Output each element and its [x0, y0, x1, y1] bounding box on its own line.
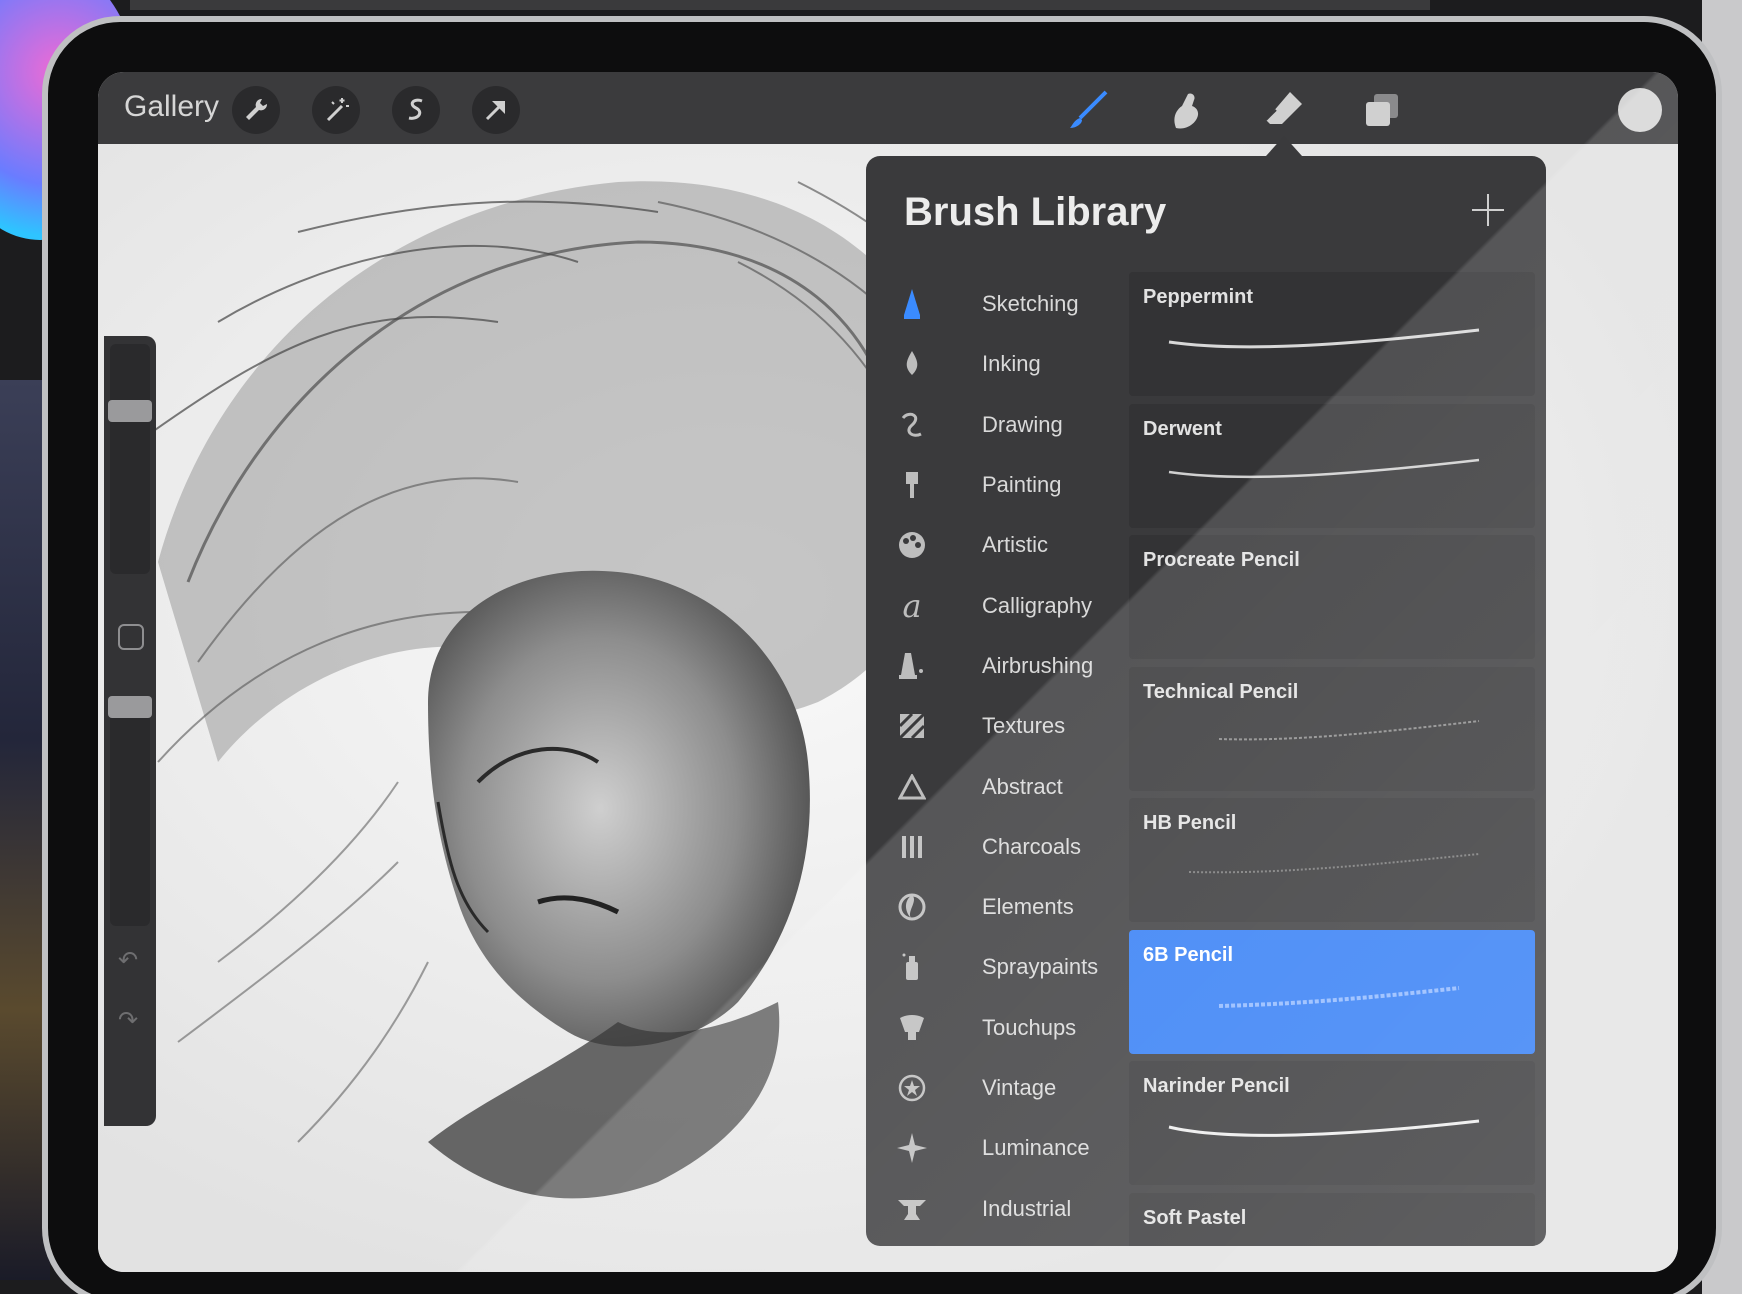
category-label: Abstract [982, 773, 1063, 799]
background-window-bar [130, 0, 1430, 10]
category-sketching[interactable]: Sketching [886, 274, 1126, 334]
brush-item-6b-pencil[interactable]: 6B Pencil [1129, 929, 1535, 1054]
category-label: Airbrushing [982, 652, 1094, 678]
elements-icon [886, 889, 938, 925]
brush-icon[interactable] [1064, 86, 1112, 134]
top-toolbar: Gallery [98, 72, 1678, 144]
category-label: Elements [982, 894, 1074, 920]
category-spraypaints[interactable]: Spraypaints [886, 937, 1126, 997]
category-label: Charcoals [982, 833, 1082, 859]
brush-name: HB Pencil [1143, 812, 1237, 834]
brush-name: Technical Pencil [1143, 680, 1299, 703]
popover-caret [1266, 136, 1302, 156]
category-label: Painting [982, 472, 1062, 498]
side-toolbar: ↶ ↷ [104, 336, 156, 1126]
brush-library-panel: Brush Library Sketching Inking Drawing P… [866, 156, 1546, 1246]
category-textures[interactable]: Textures [886, 696, 1126, 756]
brush-name: Derwent [1143, 417, 1222, 440]
eraser-icon[interactable] [1260, 86, 1308, 134]
opacity-knob[interactable] [108, 696, 152, 718]
abstract-icon [886, 769, 938, 805]
brush-stroke-preview [1168, 458, 1480, 478]
brush-stroke-preview [1168, 328, 1480, 349]
industrial-icon [886, 1191, 938, 1227]
smudge-icon[interactable] [1162, 86, 1210, 134]
brush-stroke-preview [1188, 853, 1480, 874]
luminance-icon [886, 1130, 938, 1166]
category-touchups[interactable]: Touchups [886, 998, 1126, 1058]
brush-item-technical-pencil[interactable]: Technical Pencil [1129, 666, 1535, 791]
brush-name: Peppermint [1143, 286, 1254, 308]
category-label: Luminance [982, 1135, 1090, 1161]
modify-button[interactable] [118, 624, 144, 650]
brush-library-title: Brush Library [904, 190, 1167, 234]
category-label: Inking [982, 351, 1041, 377]
spraypaint-icon [886, 949, 938, 985]
color-picker-swatch[interactable] [1618, 88, 1662, 132]
sketching-icon [886, 286, 938, 322]
calligraphy-icon: a [902, 586, 922, 625]
category-vintage[interactable]: Vintage [886, 1058, 1126, 1118]
category-label: Vintage [982, 1075, 1057, 1100]
category-elements[interactable]: Elements [886, 877, 1126, 937]
brush-size-knob[interactable] [108, 400, 152, 422]
category-calligraphy[interactable]: a Calligraphy [886, 575, 1126, 635]
wrench-icon[interactable] [232, 86, 280, 134]
painting-icon [886, 467, 938, 503]
category-label: Artistic [982, 532, 1048, 558]
category-charcoals[interactable]: Charcoals [886, 817, 1126, 877]
brush-item-narinder-pencil[interactable]: Narinder Pencil [1129, 1061, 1535, 1185]
brush-item-peppermint[interactable]: Peppermint [1129, 272, 1535, 396]
brush-name: 6B Pencil [1143, 943, 1234, 966]
category-luminance[interactable]: Luminance [886, 1118, 1126, 1178]
brush-name: Procreate Pencil [1143, 549, 1300, 571]
opacity-slider[interactable] [110, 696, 150, 926]
brush-stroke-preview [1168, 1119, 1480, 1137]
charcoal-icon [886, 829, 938, 865]
brush-item-hb-pencil[interactable]: HB Pencil [1129, 798, 1535, 922]
brush-stroke-preview [1218, 719, 1480, 740]
transform-arrow-icon[interactable] [472, 86, 520, 134]
category-label: Spraypaints [982, 954, 1099, 980]
category-label: Touchups [982, 1014, 1077, 1040]
brush-item-soft-pastel[interactable]: Soft Pastel [1129, 1192, 1535, 1246]
brush-name: Narinder Pencil [1143, 1075, 1290, 1097]
layers-icon[interactable] [1358, 86, 1406, 134]
category-inking[interactable]: Inking [886, 334, 1126, 394]
category-label: Calligraphy [982, 592, 1093, 618]
category-industrial[interactable]: Industrial [886, 1178, 1126, 1238]
category-drawing[interactable]: Drawing [886, 395, 1126, 455]
gallery-button[interactable]: Gallery [124, 90, 219, 124]
magic-wand-icon[interactable] [312, 86, 360, 134]
brush-stroke-preview [1218, 985, 1460, 1008]
category-abstract[interactable]: Abstract [886, 756, 1126, 816]
tablet-frame: Gallery ↶ ↷ Brush Library Sketching Inki… [42, 16, 1722, 1294]
category-label: Industrial [982, 1195, 1072, 1221]
brush-name: Soft Pastel [1143, 1206, 1247, 1229]
palette-icon [886, 527, 938, 563]
inking-icon [886, 346, 938, 382]
touchups-icon [886, 1010, 938, 1046]
category-airbrushing[interactable]: Airbrushing [886, 636, 1126, 696]
add-brush-button[interactable] [1470, 192, 1506, 228]
selection-icon[interactable] [392, 86, 440, 134]
redo-icon[interactable]: ↷ [118, 1006, 138, 1035]
textures-icon [886, 708, 938, 744]
airbrush-icon [886, 648, 938, 684]
category-artistic[interactable]: Artistic [886, 515, 1126, 575]
brush-item-derwent[interactable]: Derwent [1129, 403, 1535, 528]
category-label: Sketching [982, 291, 1079, 317]
procreate-screen: Gallery ↶ ↷ Brush Library Sketching Inki… [98, 72, 1678, 1272]
category-label: Textures [982, 713, 1066, 739]
vintage-icon [886, 1070, 938, 1106]
brush-size-slider[interactable] [110, 344, 150, 574]
category-label: Drawing [982, 411, 1063, 437]
brush-list: Peppermint Derwent Procreate Pencil Tech… [1129, 272, 1535, 1246]
undo-icon[interactable]: ↶ [118, 946, 138, 975]
brush-item-procreate-pencil[interactable]: Procreate Pencil [1129, 535, 1535, 659]
category-painting[interactable]: Painting [886, 455, 1126, 515]
brush-category-list: Sketching Inking Drawing Painting Artist… [886, 274, 1126, 1239]
drawing-icon [886, 407, 938, 443]
